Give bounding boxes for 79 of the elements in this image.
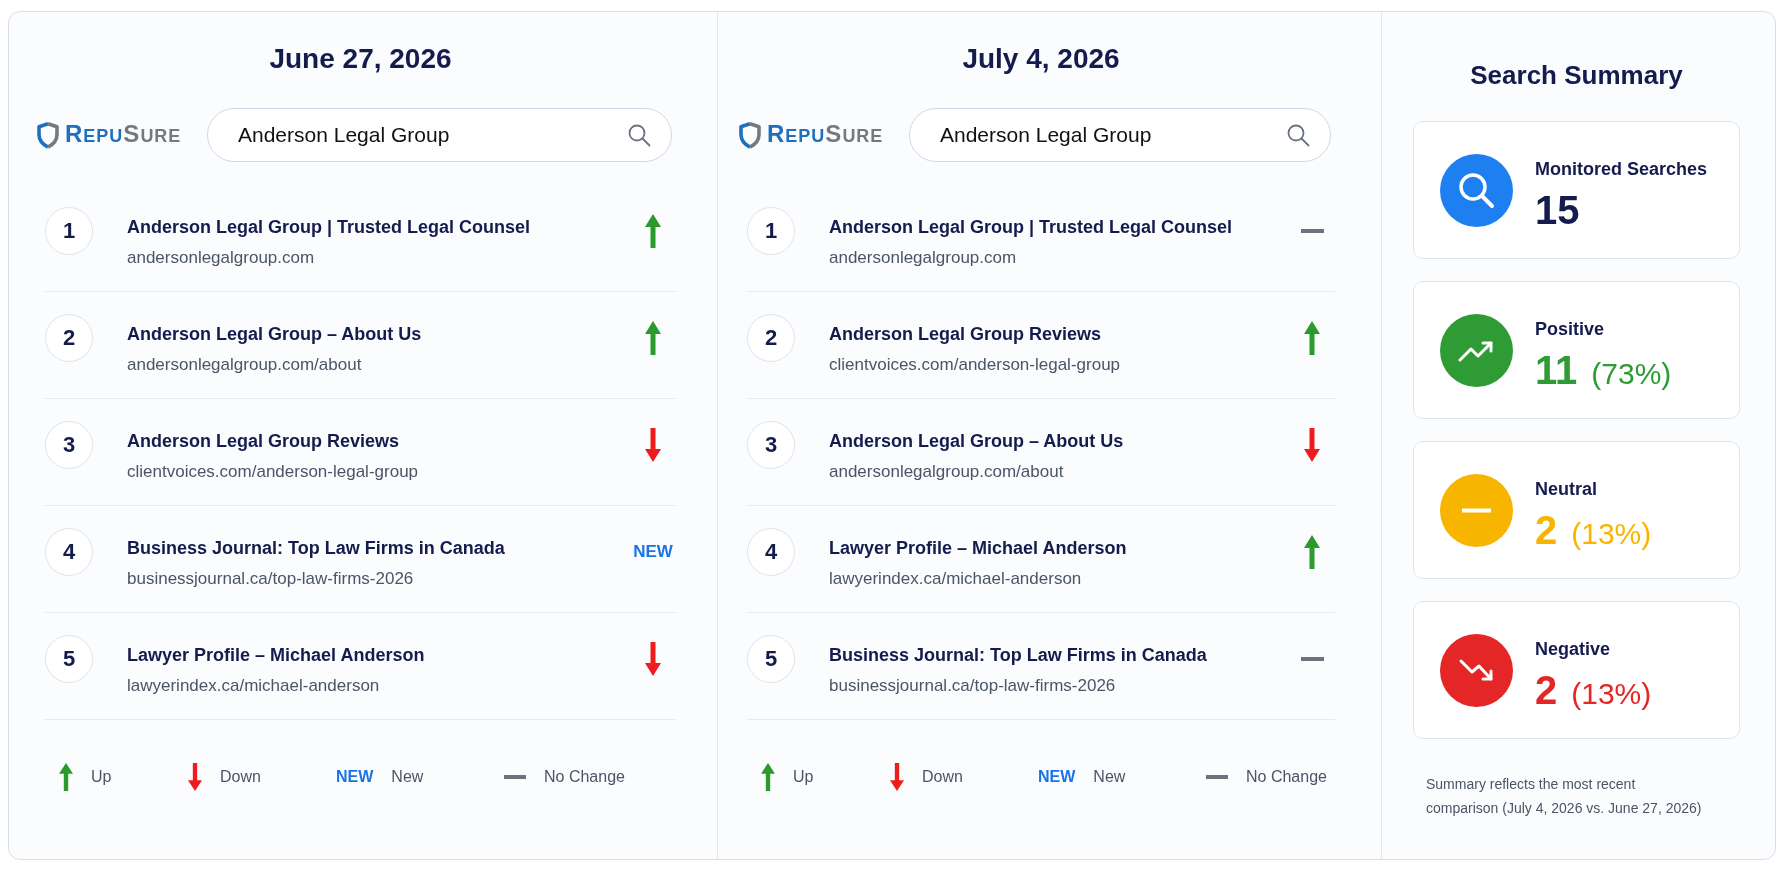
search-field[interactable]: Anderson Legal Group — [207, 108, 672, 162]
up-arrow-icon — [645, 321, 661, 355]
result-url: andersonlegalgroup.com/about — [127, 354, 363, 376]
result-url: businessjournal.ca/top-law-firms-2026 — [127, 568, 415, 590]
summary-label: Monitored Searches — [1535, 158, 1708, 181]
new-label: NEW — [1038, 767, 1076, 787]
summary-label: Neutral — [1535, 478, 1598, 501]
rank-number: 5 — [45, 635, 93, 683]
summary-note: Summary reflects the most recent comparison (July 4, 2026 vs. June 27, 2026) — [1425, 775, 1703, 818]
legend-label: No Change — [1246, 767, 1327, 787]
result-url: clientvoices.com/anderson-legal-group — [127, 461, 420, 483]
brand-wordmark: REPUSURE — [767, 121, 884, 149]
dash-icon — [1206, 775, 1228, 779]
legend-label: Up — [793, 767, 814, 787]
legend-label: Down — [220, 767, 261, 787]
dash-icon — [1300, 657, 1324, 661]
rank-number: 1 — [45, 207, 93, 255]
legend-label: New — [1093, 767, 1126, 787]
summary-count: 11 — [1535, 347, 1578, 394]
search-icon[interactable] — [1286, 123, 1310, 147]
result-url: lawyerindex.ca/michael-anderson — [829, 568, 1083, 590]
dash-icon — [504, 775, 526, 779]
legend-label: Up — [91, 767, 112, 787]
summary-label: Negative — [1535, 638, 1612, 661]
summary-percent: (73%) — [1591, 356, 1672, 392]
rank-number: 5 — [747, 635, 795, 683]
summary-heading: Search Summary — [1469, 59, 1684, 91]
shield-icon — [739, 121, 761, 149]
result-url: andersonlegalgroup.com — [127, 247, 316, 269]
result-title: Anderson Legal Group – About Us — [829, 430, 1125, 453]
shield-icon — [37, 121, 59, 149]
summary-percent: (13%) — [1571, 516, 1652, 552]
result-title: Lawyer Profile – Michael Anderson — [829, 537, 1128, 560]
new-label: NEW — [336, 767, 374, 787]
result-url: businessjournal.ca/top-law-firms-2026 — [829, 675, 1117, 697]
legend-label: Down — [922, 767, 963, 787]
down-arrow-icon — [188, 763, 202, 791]
result-title: Anderson Legal Group Reviews — [127, 430, 401, 453]
summary-percent: (13%) — [1571, 676, 1652, 712]
result-title: Lawyer Profile – Michael Anderson — [127, 644, 426, 667]
dash-icon — [1300, 229, 1324, 233]
result-title: Anderson Legal Group – About Us — [127, 323, 423, 346]
up-arrow-icon — [1304, 535, 1320, 569]
rank-number: 3 — [45, 421, 93, 469]
summary-count: 2 — [1535, 507, 1558, 554]
down-arrow-icon — [1304, 428, 1320, 462]
result-url: clientvoices.com/anderson-legal-group — [829, 354, 1122, 376]
rank-number: 4 — [45, 528, 93, 576]
legend-label: New — [391, 767, 424, 787]
down-arrow-icon — [645, 642, 661, 676]
result-title: Business Journal: Top Law Firms in Canada — [127, 537, 506, 560]
date-heading: July 4, 2026 — [961, 42, 1121, 76]
summary-count: 2 — [1535, 667, 1558, 714]
result-title: Anderson Legal Group Reviews — [829, 323, 1103, 346]
legend-label: No Change — [544, 767, 625, 787]
new-label: NEW — [633, 541, 673, 563]
up-arrow-icon — [59, 763, 73, 791]
brand-wordmark: REPUSURE — [65, 121, 182, 149]
rank-number: 2 — [45, 314, 93, 362]
up-arrow-icon — [1304, 321, 1320, 355]
search-field[interactable]: Anderson Legal Group — [909, 108, 1331, 162]
result-title: Anderson Legal Group | Trusted Legal Counsel — [127, 216, 532, 239]
date-heading: June 27, 2026 — [268, 42, 453, 76]
rank-number: 2 — [747, 314, 795, 362]
result-title: Anderson Legal Group | Trusted Legal Counsel — [829, 216, 1234, 239]
result-url: andersonlegalgroup.com — [829, 247, 1018, 269]
summary-label: Positive — [1535, 318, 1606, 341]
rank-number: 4 — [747, 528, 795, 576]
up-arrow-icon — [645, 214, 661, 248]
result-url: lawyerindex.ca/michael-anderson — [127, 675, 381, 697]
down-arrow-icon — [645, 428, 661, 462]
result-title: Business Journal: Top Law Firms in Canada — [829, 644, 1208, 667]
down-arrow-icon — [890, 763, 904, 791]
result-url: andersonlegalgroup.com/about — [829, 461, 1065, 483]
summary-count: 15 — [1535, 187, 1580, 234]
rank-number: 3 — [747, 421, 795, 469]
rank-number: 1 — [747, 207, 795, 255]
up-arrow-icon — [761, 763, 775, 791]
search-icon[interactable] — [627, 123, 651, 147]
